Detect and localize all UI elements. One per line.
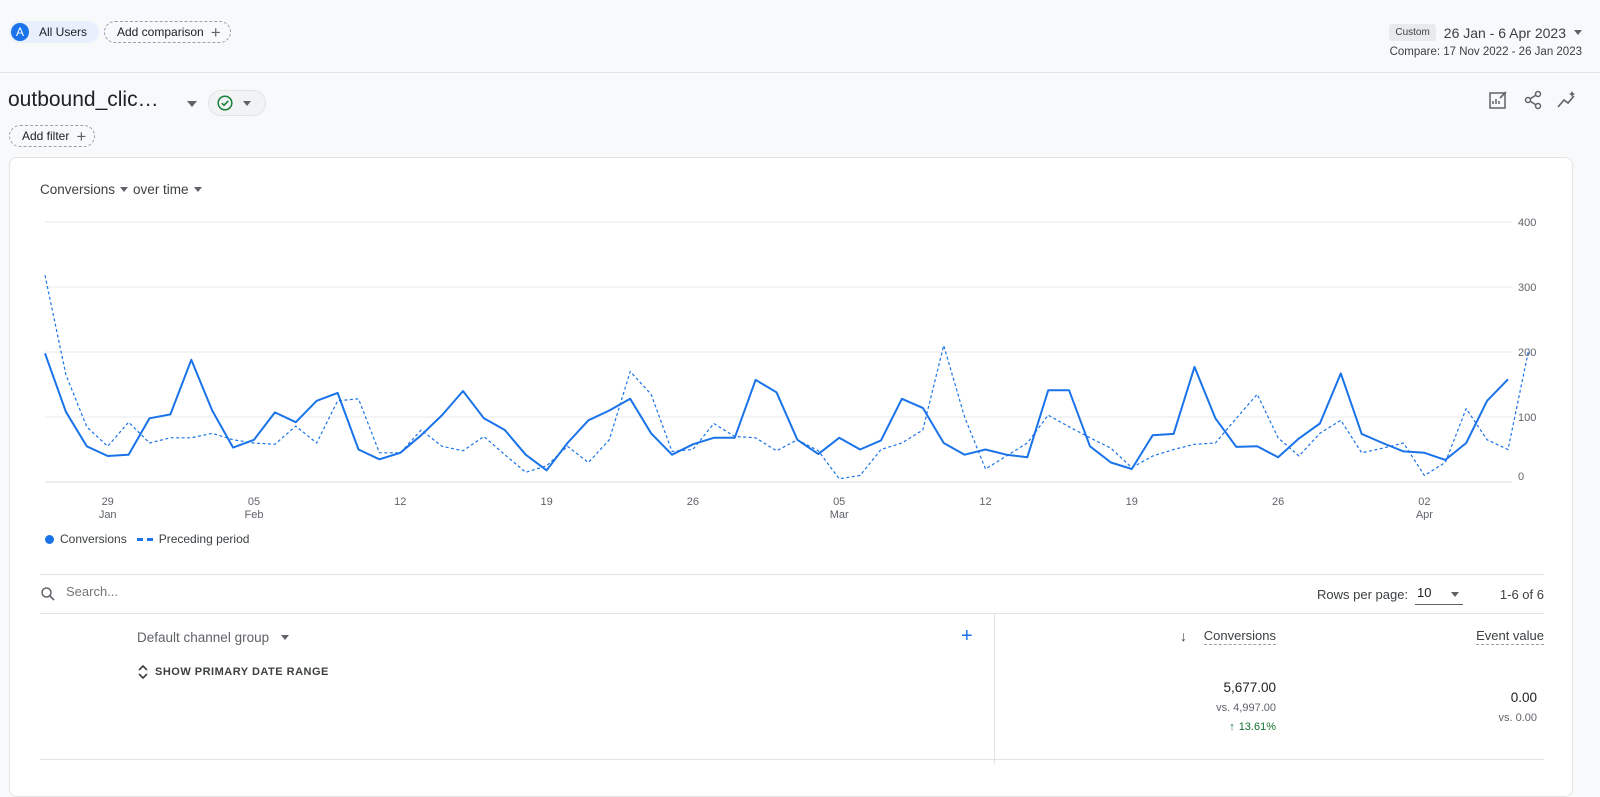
add-filter-label: Add filter bbox=[22, 129, 70, 143]
line-chart: 010020030040029Jan05Feb12 19 26 05Mar12 19 26… bbox=[44, 217, 1536, 520]
y-tick-label: 0 bbox=[1518, 471, 1524, 483]
plus-icon: + bbox=[76, 126, 87, 146]
add-dimension-button[interactable]: + bbox=[961, 626, 973, 646]
check-circle-icon bbox=[217, 95, 233, 111]
chevron-down-icon[interactable] bbox=[193, 187, 202, 192]
chevron-down-icon[interactable] bbox=[120, 187, 129, 192]
dimension-header-label: Default channel group bbox=[137, 630, 270, 645]
legend-conversions-marker bbox=[45, 534, 54, 544]
compare-range-label: Compare: 17 Nov 2022 - 26 Jan 2023 bbox=[1389, 46, 1582, 58]
x-tick-label: 26 bbox=[687, 496, 699, 508]
chevron-down-icon bbox=[1451, 592, 1459, 597]
y-tick-label: 200 bbox=[1518, 347, 1536, 359]
dimension-column-header[interactable]: Default channel group bbox=[137, 630, 290, 645]
conversions-column-header[interactable]: Conversions bbox=[1203, 628, 1276, 645]
x-tick-month-label: Jan bbox=[99, 509, 117, 520]
x-tick-label: 26 bbox=[1272, 496, 1284, 508]
conversions-change: ↑ 13.61% bbox=[1229, 721, 1276, 733]
chevron-down-icon bbox=[1574, 30, 1582, 35]
data-table: Default channel group + SHOW PRIMARY DAT… bbox=[40, 614, 1544, 764]
edit-chart-icon[interactable] bbox=[1487, 89, 1509, 111]
chart-legend: Conversions Preceding period bbox=[45, 532, 249, 546]
table-toolbar: Rows per page: 10 1-6 of 6 bbox=[40, 574, 1544, 614]
share-icon[interactable] bbox=[1522, 89, 1544, 111]
date-range-label: 26 Jan - 6 Apr 2023 bbox=[1443, 24, 1566, 41]
y-tick-label: 100 bbox=[1518, 412, 1536, 424]
x-tick-month-label: Apr bbox=[1416, 509, 1433, 520]
search-input[interactable] bbox=[64, 583, 468, 600]
pagination-info: 1-6 of 6 bbox=[1499, 587, 1544, 602]
plus-icon: + bbox=[210, 22, 221, 42]
segment-label: All Users bbox=[39, 25, 88, 39]
rows-per-page-label: Rows per page: bbox=[1317, 587, 1409, 602]
x-tick-label: 12 bbox=[394, 496, 406, 508]
preceding-period-line bbox=[44, 275, 1530, 480]
legend-preceding-label: Preceding period bbox=[158, 532, 250, 546]
x-tick-label: 02 bbox=[1418, 496, 1430, 508]
segment-chip-all-users[interactable]: A All Users bbox=[9, 21, 100, 43]
conversions-change-value: 13.61% bbox=[1238, 721, 1276, 733]
conversions-line bbox=[44, 352, 1509, 472]
column-divider bbox=[994, 614, 995, 764]
rows-per-page-value: 10 bbox=[1417, 585, 1432, 600]
chevron-down-icon bbox=[243, 100, 251, 106]
add-comparison-button[interactable]: Add comparison + bbox=[104, 21, 231, 43]
x-tick-label: 19 bbox=[540, 496, 552, 508]
y-tick-label: 300 bbox=[1518, 282, 1536, 294]
show-range-label: SHOW PRIMARY DATE RANGE bbox=[155, 666, 329, 678]
date-custom-badge: Custom bbox=[1389, 24, 1436, 41]
chart-header: Conversions over time bbox=[40, 182, 207, 197]
event-name-title[interactable]: outbound_clic… bbox=[8, 88, 159, 112]
arrow-up-icon: ↑ bbox=[1229, 721, 1235, 733]
conversions-compare: vs. 4,997.00 bbox=[1216, 702, 1276, 714]
event-dropdown-chevron-icon[interactable] bbox=[187, 101, 197, 107]
show-primary-date-range-button[interactable]: SHOW PRIMARY DATE RANGE bbox=[137, 664, 329, 680]
legend-preceding-marker bbox=[136, 537, 153, 541]
date-range-picker[interactable]: Custom 26 Jan - 6 Apr 2023 Compare: 17 N… bbox=[1389, 24, 1582, 58]
segment-avatar: A bbox=[11, 23, 29, 41]
metric-selector[interactable]: Conversions bbox=[40, 182, 115, 197]
search-icon bbox=[41, 587, 55, 601]
add-comparison-label: Add comparison bbox=[117, 25, 204, 39]
legend-conversions-label: Conversions bbox=[60, 532, 127, 546]
x-tick-label: 05 bbox=[833, 496, 845, 508]
sort-descending-icon[interactable]: ↓ bbox=[1180, 628, 1187, 644]
event-value-column-header[interactable]: Event value bbox=[1476, 628, 1544, 645]
x-tick-month-label: Feb bbox=[245, 509, 264, 520]
insights-icon[interactable] bbox=[1556, 89, 1578, 111]
x-tick-label: 12 bbox=[979, 496, 991, 508]
x-tick-month-label: Mar bbox=[830, 509, 849, 520]
event-value-total: 0.00 bbox=[1510, 690, 1537, 705]
table-row-divider bbox=[40, 759, 1544, 760]
status-dropdown[interactable] bbox=[208, 90, 266, 116]
expand-icon bbox=[138, 664, 148, 680]
rows-per-page-select[interactable]: 10 bbox=[1415, 581, 1463, 605]
dimension-selector[interactable]: over time bbox=[133, 182, 189, 197]
top-bar: A All Users Add comparison + Custom 26 J… bbox=[0, 0, 1600, 73]
x-tick-label: 29 bbox=[102, 496, 114, 508]
chevron-down-icon bbox=[281, 635, 290, 640]
x-tick-label: 19 bbox=[1126, 496, 1138, 508]
event-value-compare: vs. 0.00 bbox=[1498, 712, 1537, 724]
conversions-total: 5,677.00 bbox=[1223, 680, 1276, 695]
x-tick-label: 05 bbox=[248, 496, 260, 508]
y-tick-label: 400 bbox=[1518, 217, 1536, 229]
add-filter-button[interactable]: Add filter + bbox=[9, 125, 96, 147]
